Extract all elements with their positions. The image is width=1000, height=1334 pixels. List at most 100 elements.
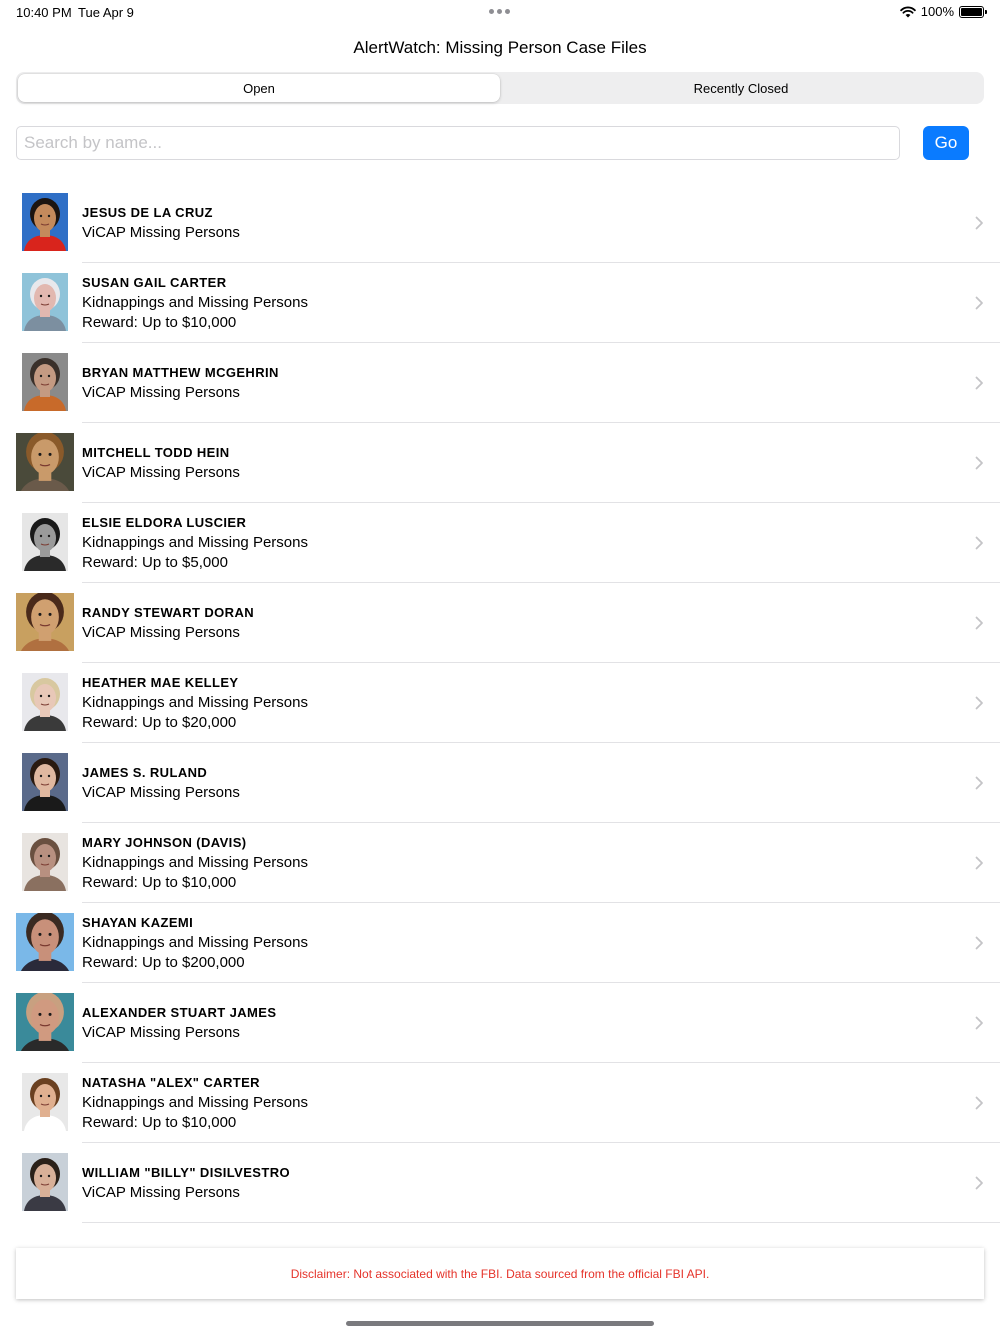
segment-recently-closed[interactable]: Recently Closed <box>500 74 982 102</box>
case-category: ViCAP Missing Persons <box>82 1184 240 1201</box>
case-category: Kidnappings and Missing Persons <box>82 854 308 871</box>
case-photo <box>22 673 68 731</box>
case-name: ALEXANDER STUART JAMES <box>82 1005 277 1020</box>
case-name: MITCHELL TODD HEIN <box>82 445 230 460</box>
case-reward: Reward: Up to $10,000 <box>82 1114 237 1131</box>
chevron-right-icon <box>975 376 983 390</box>
chevron-right-icon <box>975 216 983 230</box>
case-info: JESUS DE LA CRUZ ViCAP Missing Persons <box>82 183 960 263</box>
chevron-right-icon <box>975 776 983 790</box>
case-category: ViCAP Missing Persons <box>82 624 240 641</box>
chevron-right-icon <box>975 456 983 470</box>
case-info: BRYAN MATTHEW MCGEHRIN ViCAP Missing Per… <box>82 343 960 423</box>
chevron-right-icon <box>975 696 983 710</box>
case-photo <box>22 273 68 331</box>
case-photo <box>22 353 68 411</box>
case-name: ELSIE ELDORA LUSCIER <box>82 515 247 530</box>
case-row[interactable]: RANDY STEWART DORAN ViCAP Missing Person… <box>0 583 1000 663</box>
page-title: AlertWatch: Missing Person Case Files <box>353 38 647 57</box>
status-date: Tue Apr 9 <box>78 5 134 20</box>
case-row[interactable]: ELSIE ELDORA LUSCIER Kidnappings and Mis… <box>0 503 1000 583</box>
case-list: JESUS DE LA CRUZ ViCAP Missing Persons S… <box>0 183 1000 1223</box>
case-status-segmented-control: Open Recently Closed <box>16 72 984 104</box>
case-category: Kidnappings and Missing Persons <box>82 1094 308 1111</box>
case-photo <box>22 193 68 251</box>
case-photo <box>16 993 74 1051</box>
case-photo <box>22 1073 68 1131</box>
case-info: ELSIE ELDORA LUSCIER Kidnappings and Mis… <box>82 503 960 583</box>
status-indicators: 100% <box>899 4 987 19</box>
case-info: NATASHA "ALEX" CARTER Kidnappings and Mi… <box>82 1063 960 1143</box>
chevron-right-icon <box>975 1176 983 1190</box>
case-name: SHAYAN KAZEMI <box>82 915 194 930</box>
case-category: ViCAP Missing Persons <box>82 784 240 801</box>
multitasking-dots-icon[interactable] <box>489 9 510 14</box>
case-row[interactable]: MITCHELL TODD HEIN ViCAP Missing Persons <box>0 423 1000 503</box>
case-row[interactable]: ALEXANDER STUART JAMES ViCAP Missing Per… <box>0 983 1000 1063</box>
case-photo <box>22 833 68 891</box>
case-row[interactable]: NATASHA "ALEX" CARTER Kidnappings and Mi… <box>0 1063 1000 1143</box>
case-name: JESUS DE LA CRUZ <box>82 205 213 220</box>
case-category: ViCAP Missing Persons <box>82 224 240 241</box>
case-category: Kidnappings and Missing Persons <box>82 534 308 551</box>
case-reward: Reward: Up to $10,000 <box>82 874 237 891</box>
chevron-right-icon <box>975 936 983 950</box>
case-name: MARY JOHNSON (DAVIS) <box>82 835 247 850</box>
case-reward: Reward: Up to $10,000 <box>82 314 237 331</box>
go-button[interactable]: Go <box>923 126 969 160</box>
disclaimer-banner: Disclaimer: Not associated with the FBI.… <box>16 1248 984 1299</box>
chevron-right-icon <box>975 536 983 550</box>
search-input[interactable] <box>16 126 900 160</box>
case-row[interactable]: SHAYAN KAZEMI Kidnappings and Missing Pe… <box>0 903 1000 983</box>
chevron-right-icon <box>975 856 983 870</box>
case-photo <box>22 513 68 571</box>
case-row[interactable]: HEATHER MAE KELLEY Kidnappings and Missi… <box>0 663 1000 743</box>
case-name: SUSAN GAIL CARTER <box>82 275 227 290</box>
case-name: RANDY STEWART DORAN <box>82 605 255 620</box>
chevron-right-icon <box>975 1016 983 1030</box>
case-reward: Reward: Up to $5,000 <box>82 554 228 571</box>
case-row[interactable]: JESUS DE LA CRUZ ViCAP Missing Persons <box>0 183 1000 263</box>
case-photo <box>22 753 68 811</box>
case-name: HEATHER MAE KELLEY <box>82 675 239 690</box>
case-reward: Reward: Up to $200,000 <box>82 954 245 971</box>
case-info: SUSAN GAIL CARTER Kidnappings and Missin… <box>82 263 960 343</box>
case-row[interactable]: JAMES S. RULAND ViCAP Missing Persons <box>0 743 1000 823</box>
chevron-right-icon <box>975 296 983 310</box>
case-category: ViCAP Missing Persons <box>82 1024 240 1041</box>
row-separator <box>82 1222 1000 1223</box>
case-category: Kidnappings and Missing Persons <box>82 934 308 951</box>
case-info: SHAYAN KAZEMI Kidnappings and Missing Pe… <box>82 903 960 983</box>
case-reward: Reward: Up to $20,000 <box>82 714 237 731</box>
case-info: MARY JOHNSON (DAVIS) Kidnappings and Mis… <box>82 823 960 903</box>
segment-open[interactable]: Open <box>18 74 500 102</box>
case-category: ViCAP Missing Persons <box>82 384 240 401</box>
case-name: BRYAN MATTHEW MCGEHRIN <box>82 365 279 380</box>
chevron-right-icon <box>975 1096 983 1110</box>
case-row[interactable]: MARY JOHNSON (DAVIS) Kidnappings and Mis… <box>0 823 1000 903</box>
case-category: Kidnappings and Missing Persons <box>82 294 308 311</box>
case-name: JAMES S. RULAND <box>82 765 208 780</box>
case-category: Kidnappings and Missing Persons <box>82 694 308 711</box>
case-name: NATASHA "ALEX" CARTER <box>82 1075 260 1090</box>
case-row[interactable]: WILLIAM "BILLY" DISILVESTRO ViCAP Missin… <box>0 1143 1000 1223</box>
wifi-icon <box>899 6 916 17</box>
case-photo <box>22 1153 68 1211</box>
status-bar: 10:40 PM Tue Apr 9 100% <box>0 0 1000 24</box>
case-photo <box>16 593 74 651</box>
chevron-right-icon <box>975 616 983 630</box>
home-indicator[interactable] <box>346 1321 654 1326</box>
case-photo <box>16 433 74 491</box>
case-photo <box>16 913 74 971</box>
case-info: JAMES S. RULAND ViCAP Missing Persons <box>82 743 960 823</box>
case-row[interactable]: SUSAN GAIL CARTER Kidnappings and Missin… <box>0 263 1000 343</box>
battery-percentage: 100% <box>920 4 954 19</box>
battery-icon <box>959 5 987 18</box>
case-category: ViCAP Missing Persons <box>82 464 240 481</box>
case-info: HEATHER MAE KELLEY Kidnappings and Missi… <box>82 663 960 743</box>
case-info: RANDY STEWART DORAN ViCAP Missing Person… <box>82 583 960 663</box>
case-info: MITCHELL TODD HEIN ViCAP Missing Persons <box>82 423 960 503</box>
status-time: 10:40 PM <box>16 5 72 20</box>
case-info: WILLIAM "BILLY" DISILVESTRO ViCAP Missin… <box>82 1143 960 1223</box>
case-row[interactable]: BRYAN MATTHEW MCGEHRIN ViCAP Missing Per… <box>0 343 1000 423</box>
